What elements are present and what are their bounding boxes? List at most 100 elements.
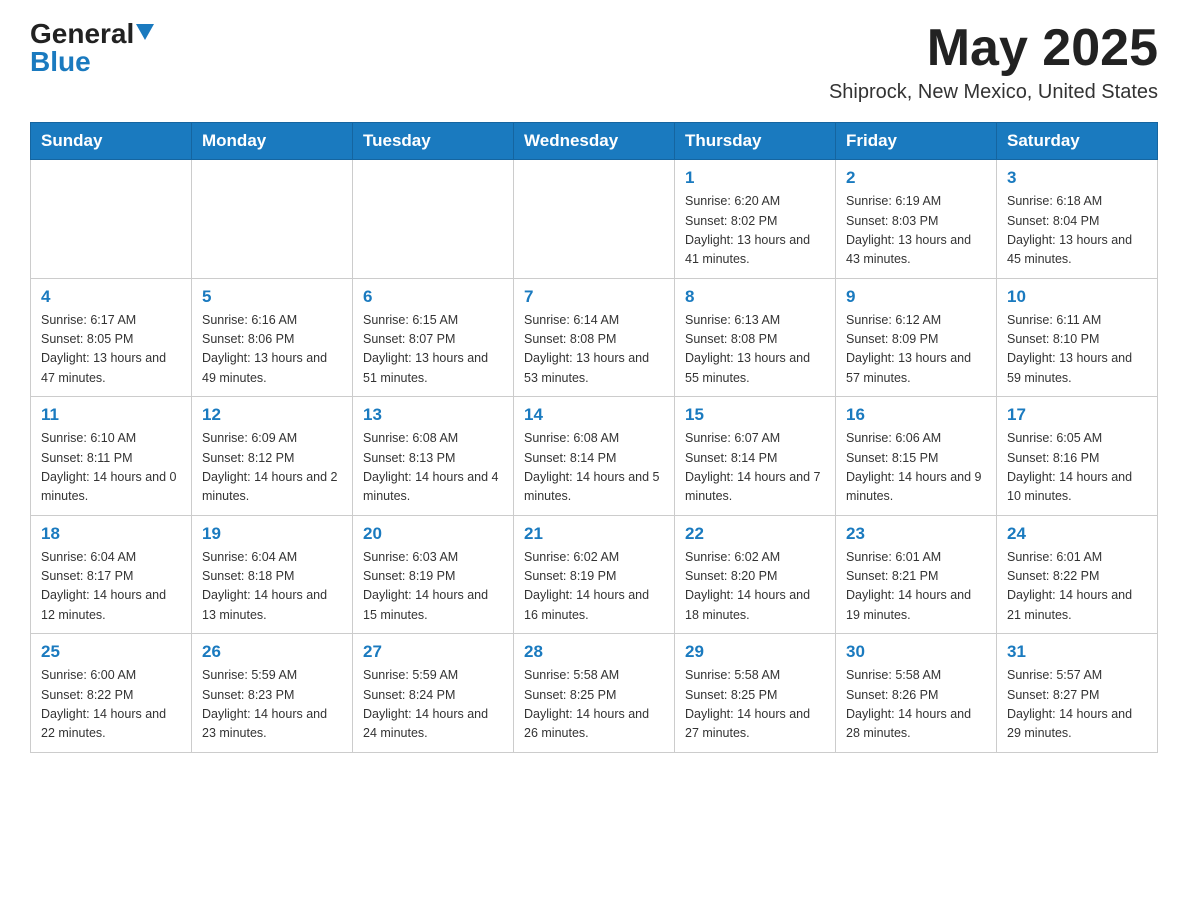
calendar-cell: 11 Sunrise: 6:10 AMSunset: 8:11 PMDayligh… xyxy=(31,397,192,516)
calendar-cell: 29Sunrise: 5:58 AMSunset: 8:25 PMDayligh… xyxy=(675,634,836,753)
logo-blue: Blue xyxy=(30,46,91,77)
calendar-title: May 2025 xyxy=(829,20,1158,77)
calendar-cell: 16Sunrise: 6:06 AMSunset: 8:15 PMDayligh… xyxy=(836,397,997,516)
day-info: Sunrise: 6:05 AMSunset: 8:16 PMDaylight:… xyxy=(1007,429,1147,507)
calendar-cell: 6 Sunrise: 6:15 AMSunset: 8:07 PMDaylight… xyxy=(353,278,514,397)
day-info: Sunrise: 6:12 AMSunset: 8:09 PMDaylight:… xyxy=(846,311,986,389)
day-info: Sunrise: 6:07 AMSunset: 8:14 PMDaylight:… xyxy=(685,429,825,507)
day-number: 31 xyxy=(1007,642,1147,662)
day-number: 21 xyxy=(524,524,664,544)
day-info: Sunrise: 6:08 AMSunset: 8:14 PMDaylight:… xyxy=(524,429,664,507)
day-info: Sunrise: 6:04 AMSunset: 8:18 PMDaylight:… xyxy=(202,548,342,626)
day-number: 14 xyxy=(524,405,664,425)
day-info: Sunrise: 6:17 AMSunset: 8:05 PMDaylight:… xyxy=(41,311,181,389)
day-number: 24 xyxy=(1007,524,1147,544)
header-monday: Monday xyxy=(192,123,353,160)
day-info: Sunrise: 5:58 AMSunset: 8:26 PMDaylight:… xyxy=(846,666,986,744)
day-number: 29 xyxy=(685,642,825,662)
day-number: 11 xyxy=(41,405,181,425)
day-number: 18 xyxy=(41,524,181,544)
calendar-cell: 12Sunrise: 6:09 AMSunset: 8:12 PMDayligh… xyxy=(192,397,353,516)
day-info: Sunrise: 6:10 AMSunset: 8:11 PMDaylight:… xyxy=(41,429,181,507)
header-friday: Friday xyxy=(836,123,997,160)
calendar-location: Shiprock, New Mexico, United States xyxy=(829,81,1158,104)
calendar-cell: 2Sunrise: 6:19 AMSunset: 8:03 PMDaylight… xyxy=(836,160,997,279)
calendar-cell: 14 Sunrise: 6:08 AMSunset: 8:14 PMDayligh… xyxy=(514,397,675,516)
calendar-cell xyxy=(192,160,353,279)
day-info: Sunrise: 6:03 AMSunset: 8:19 PMDaylight:… xyxy=(363,548,503,626)
calendar-cell: 23 Sunrise: 6:01 AMSunset: 8:21 PMDayligh… xyxy=(836,515,997,634)
calendar-table: Sunday Monday Tuesday Wednesday Thursday… xyxy=(30,122,1158,753)
calendar-cell: 31 Sunrise: 5:57 AMSunset: 8:27 PMDayligh… xyxy=(997,634,1158,753)
day-info: Sunrise: 5:57 AMSunset: 8:27 PMDaylight:… xyxy=(1007,666,1147,744)
page-header: General Blue May 2025 Shiprock, New Mexi… xyxy=(30,20,1158,104)
calendar-cell xyxy=(514,160,675,279)
day-info: Sunrise: 6:04 AMSunset: 8:17 PMDaylight:… xyxy=(41,548,181,626)
calendar-cell: 25Sunrise: 6:00 AMSunset: 8:22 PMDayligh… xyxy=(31,634,192,753)
day-number: 23 xyxy=(846,524,986,544)
day-info: Sunrise: 5:58 AMSunset: 8:25 PMDaylight:… xyxy=(524,666,664,744)
calendar-cell: 30 Sunrise: 5:58 AMSunset: 8:26 PMDayligh… xyxy=(836,634,997,753)
calendar-cell: 17 Sunrise: 6:05 AMSunset: 8:16 PMDayligh… xyxy=(997,397,1158,516)
day-number: 19 xyxy=(202,524,342,544)
logo-triangle-icon xyxy=(136,24,154,40)
day-info: Sunrise: 6:16 AMSunset: 8:06 PMDaylight:… xyxy=(202,311,342,389)
calendar-cell: 28 Sunrise: 5:58 AMSunset: 8:25 PMDayligh… xyxy=(514,634,675,753)
calendar-cell: 24 Sunrise: 6:01 AMSunset: 8:22 PMDayligh… xyxy=(997,515,1158,634)
day-number: 26 xyxy=(202,642,342,662)
day-info: Sunrise: 6:02 AMSunset: 8:20 PMDaylight:… xyxy=(685,548,825,626)
header-tuesday: Tuesday xyxy=(353,123,514,160)
day-info: Sunrise: 6:01 AMSunset: 8:21 PMDaylight:… xyxy=(846,548,986,626)
calendar-cell: 19 Sunrise: 6:04 AMSunset: 8:18 PMDayligh… xyxy=(192,515,353,634)
day-number: 28 xyxy=(524,642,664,662)
calendar-cell: 18 Sunrise: 6:04 AMSunset: 8:17 PMDayligh… xyxy=(31,515,192,634)
logo: General Blue xyxy=(30,20,154,76)
day-number: 27 xyxy=(363,642,503,662)
calendar-cell: 8Sunrise: 6:13 AMSunset: 8:08 PMDaylight… xyxy=(675,278,836,397)
calendar-cell: 27Sunrise: 5:59 AMSunset: 8:24 PMDayligh… xyxy=(353,634,514,753)
day-info: Sunrise: 5:59 AMSunset: 8:23 PMDaylight:… xyxy=(202,666,342,744)
day-number: 1 xyxy=(685,168,825,188)
calendar-cell: 10 Sunrise: 6:11 AMSunset: 8:10 PMDayligh… xyxy=(997,278,1158,397)
week-row-3: 11 Sunrise: 6:10 AMSunset: 8:11 PMDayligh… xyxy=(31,397,1158,516)
header-thursday: Thursday xyxy=(675,123,836,160)
calendar-cell: 5Sunrise: 6:16 AMSunset: 8:06 PMDaylight… xyxy=(192,278,353,397)
day-info: Sunrise: 6:08 AMSunset: 8:13 PMDaylight:… xyxy=(363,429,503,507)
day-info: Sunrise: 6:13 AMSunset: 8:08 PMDaylight:… xyxy=(685,311,825,389)
calendar-cell: 3 Sunrise: 6:18 AMSunset: 8:04 PMDaylight… xyxy=(997,160,1158,279)
calendar-cell: 26 Sunrise: 5:59 AMSunset: 8:23 PMDayligh… xyxy=(192,634,353,753)
day-number: 10 xyxy=(1007,287,1147,307)
day-number: 12 xyxy=(202,405,342,425)
week-row-5: 25Sunrise: 6:00 AMSunset: 8:22 PMDayligh… xyxy=(31,634,1158,753)
day-info: Sunrise: 6:19 AMSunset: 8:03 PMDaylight:… xyxy=(846,192,986,270)
week-row-2: 4 Sunrise: 6:17 AMSunset: 8:05 PMDaylight… xyxy=(31,278,1158,397)
day-number: 17 xyxy=(1007,405,1147,425)
calendar-cell: 22 Sunrise: 6:02 AMSunset: 8:20 PMDayligh… xyxy=(675,515,836,634)
day-number: 13 xyxy=(363,405,503,425)
day-number: 6 xyxy=(363,287,503,307)
day-info: Sunrise: 6:20 AMSunset: 8:02 PMDaylight:… xyxy=(685,192,825,270)
day-number: 22 xyxy=(685,524,825,544)
logo-general: General xyxy=(30,20,134,48)
day-number: 25 xyxy=(41,642,181,662)
calendar-cell: 1 Sunrise: 6:20 AMSunset: 8:02 PMDaylight… xyxy=(675,160,836,279)
day-number: 20 xyxy=(363,524,503,544)
day-info: Sunrise: 6:11 AMSunset: 8:10 PMDaylight:… xyxy=(1007,311,1147,389)
calendar-cell: 13 Sunrise: 6:08 AMSunset: 8:13 PMDayligh… xyxy=(353,397,514,516)
weekday-header-row: Sunday Monday Tuesday Wednesday Thursday… xyxy=(31,123,1158,160)
header-sunday: Sunday xyxy=(31,123,192,160)
day-number: 7 xyxy=(524,287,664,307)
day-number: 3 xyxy=(1007,168,1147,188)
day-number: 15 xyxy=(685,405,825,425)
day-info: Sunrise: 6:15 AMSunset: 8:07 PMDaylight:… xyxy=(363,311,503,389)
calendar-cell: 9Sunrise: 6:12 AMSunset: 8:09 PMDaylight… xyxy=(836,278,997,397)
day-info: Sunrise: 6:01 AMSunset: 8:22 PMDaylight:… xyxy=(1007,548,1147,626)
calendar-cell: 20 Sunrise: 6:03 AMSunset: 8:19 PMDayligh… xyxy=(353,515,514,634)
week-row-4: 18 Sunrise: 6:04 AMSunset: 8:17 PMDayligh… xyxy=(31,515,1158,634)
week-row-1: 1 Sunrise: 6:20 AMSunset: 8:02 PMDaylight… xyxy=(31,160,1158,279)
calendar-cell xyxy=(31,160,192,279)
header-wednesday: Wednesday xyxy=(514,123,675,160)
day-number: 4 xyxy=(41,287,181,307)
day-info: Sunrise: 6:18 AMSunset: 8:04 PMDaylight:… xyxy=(1007,192,1147,270)
day-number: 30 xyxy=(846,642,986,662)
